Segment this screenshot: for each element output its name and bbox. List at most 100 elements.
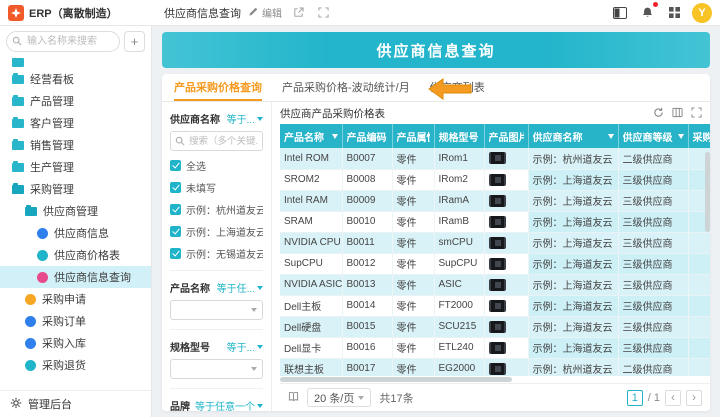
chip-thumbnail-image[interactable] (489, 300, 506, 312)
vertical-scrollbar[interactable] (705, 152, 710, 232)
column-header[interactable]: 供应商等级 (618, 124, 688, 148)
cell-product-name: SupCPU (280, 253, 342, 274)
table-row[interactable]: Dell主板 B0014 零件 FT2000 示例：上海道友云 三级供应商 (280, 295, 710, 316)
chip-thumbnail-image[interactable] (489, 279, 506, 291)
filter-checkbox[interactable]: 示例：杭州道友云 (170, 202, 263, 217)
edit-button[interactable]: 编辑 (248, 5, 282, 20)
filter-checkbox[interactable]: 全选 (170, 158, 263, 173)
table-row[interactable]: Intel RAM B0009 零件 IRamA 示例：上海道友云 三级供应商 (280, 190, 710, 211)
table-row[interactable]: SRAM B0010 零件 IRamB 示例：上海道友云 三级供应商 (280, 211, 710, 232)
cell-spec: smCPU (434, 232, 484, 253)
column-settings-icon[interactable] (672, 107, 683, 121)
filter-operator-product[interactable]: 等于任... (217, 280, 263, 295)
filter-checkbox[interactable]: 未填写 (170, 180, 263, 195)
chip-thumbnail-image[interactable] (489, 216, 506, 228)
sidebar-item[interactable]: 供应商信息查询 (0, 266, 151, 288)
admin-backend-link[interactable]: 管理后台 (0, 390, 151, 417)
filter-checkbox[interactable]: 示例：无锡道友云 (170, 246, 263, 261)
sidebar-item-label: 客户管理 (30, 115, 74, 131)
sidebar-item[interactable]: 供应商价格表 (0, 244, 151, 266)
sidebar-item-label: 经营看板 (30, 71, 74, 87)
sidebar-item[interactable]: 产品管理 (0, 90, 151, 112)
panel-toggle-icon[interactable] (611, 4, 629, 22)
product-name-select[interactable] (170, 300, 263, 320)
chip-thumbnail-image[interactable] (489, 342, 506, 354)
column-header[interactable]: 采购 (688, 124, 710, 148)
apps-grid-icon[interactable] (665, 4, 683, 22)
table-row[interactable]: Dell显卡 B0016 零件 ETL240 示例：上海道友云 三级供应商 (280, 337, 710, 358)
chip-thumbnail-image[interactable] (489, 174, 506, 186)
sidebar-item[interactable]: 生产管理 (0, 156, 151, 178)
cell-purchase (688, 274, 710, 295)
page-banner: 供应商信息查询 (162, 32, 710, 68)
table-row[interactable]: SROM2 B0008 零件 IRom2 示例：上海道友云 三级供应商 (280, 169, 710, 190)
sidebar-item[interactable]: 经营看板 (0, 68, 151, 90)
filter-panel: 供应商名称 等于... 全选 (162, 102, 272, 411)
column-header[interactable]: 供应商名称 (528, 124, 618, 148)
checkbox-label: 示例：杭州道友云 (186, 202, 263, 217)
sidebar-item[interactable]: 采购申请 (0, 288, 151, 310)
tab[interactable]: 产品采购价格查询 (174, 74, 262, 101)
add-button[interactable]: + (124, 31, 145, 52)
horizontal-scrollbar[interactable] (280, 376, 702, 383)
column-header[interactable]: 产品编码 (342, 124, 392, 148)
chip-thumbnail-image[interactable] (489, 321, 506, 333)
sidebar-item[interactable]: 采购管理 (0, 178, 151, 200)
column-header[interactable]: 规格型号 (434, 124, 484, 148)
search-icon (175, 136, 185, 146)
funnel-icon[interactable] (608, 134, 614, 139)
next-page-button[interactable]: › (686, 390, 702, 406)
user-avatar[interactable]: Y (692, 3, 712, 23)
app-brand[interactable]: ERP（离散制造） (8, 5, 154, 21)
sidebar-item[interactable]: 采购退货 (0, 354, 151, 376)
sidebar-item[interactable]: 采购订单 (0, 310, 151, 332)
chip-thumbnail-image[interactable] (489, 363, 506, 375)
chip-thumbnail-image[interactable] (489, 195, 506, 207)
sidebar-item[interactable]: 销售管理 (0, 134, 151, 156)
cell-product-code: B0013 (342, 274, 392, 295)
record-view-icon[interactable] (288, 391, 299, 405)
cell-product-image (484, 337, 528, 358)
filter-checkbox[interactable]: 示例：上海道友云 (170, 224, 263, 239)
chip-thumbnail-image[interactable] (489, 237, 506, 249)
filter-operator-brand[interactable]: 等于任意一个 (195, 398, 263, 411)
sidebar-item[interactable]: 采购入库 (0, 332, 151, 354)
sidebar: + 经营看板 产品管理 (0, 26, 152, 417)
chip-thumbnail-image[interactable] (489, 258, 506, 270)
tab[interactable]: 产品采购价格-波动统计/月 (282, 74, 410, 101)
fullscreen-icon[interactable] (314, 4, 332, 22)
column-header[interactable]: 产品名称 (280, 124, 342, 148)
table-row[interactable]: NVIDIA CPU B0011 零件 smCPU 示例：上海道友云 三级供应商 (280, 232, 710, 253)
notifications-bell-icon[interactable] (638, 4, 656, 22)
filter-operator-supplier[interactable]: 等于... (227, 111, 263, 126)
sidebar-search-input[interactable] (6, 31, 120, 52)
sidebar-item[interactable]: 供应商信息 (0, 222, 151, 244)
filter-operator-spec[interactable]: 等于... (227, 339, 263, 354)
prev-page-button[interactable]: ‹ (665, 390, 681, 406)
refresh-icon[interactable] (653, 107, 664, 121)
chip-thumbnail-image[interactable] (489, 152, 506, 164)
table-row[interactable]: Dell硬盘 B0015 零件 SCU215 示例：上海道友云 三级供应商 (280, 316, 710, 337)
table-row[interactable]: NVIDIA ASIC B0013 零件 ASIC 示例：上海道友云 三级供应商 (280, 274, 710, 295)
cell-product-image (484, 358, 528, 376)
funnel-icon[interactable] (678, 134, 684, 139)
sidebar-item[interactable]: 客户管理 (0, 112, 151, 134)
table-fullscreen-icon[interactable] (691, 107, 702, 121)
sidebar-item[interactable] (0, 58, 151, 68)
spec-select[interactable] (170, 359, 263, 379)
tab[interactable]: 供应商列表 (430, 74, 485, 101)
open-in-new-icon[interactable] (289, 4, 307, 22)
sidebar-item[interactable]: 供应商管理 (0, 200, 151, 222)
page-size-select[interactable]: 20 条/页 (307, 388, 371, 407)
sidebar-item-label: 采购管理 (30, 181, 74, 197)
current-page[interactable]: 1 (627, 390, 643, 406)
column-header[interactable]: 产品图片 (484, 124, 528, 148)
table-row[interactable]: Intel ROM B0007 零件 IRom1 示例：杭州道友云 二级供应商 (280, 148, 710, 169)
table-row[interactable]: SupCPU B0012 零件 SupCPU 示例：上海道友云 三级供应商 (280, 253, 710, 274)
column-header[interactable]: 产品属性 (392, 124, 434, 148)
cell-product-code: B0010 (342, 211, 392, 232)
table-row[interactable]: 联想主板 B0017 零件 EG2000 示例：杭州道友云 二级供应商 (280, 358, 710, 376)
topbar: ERP（离散制造） 供应商信息查询 编辑 (0, 0, 720, 26)
cell-purchase (688, 358, 710, 376)
funnel-icon[interactable] (332, 134, 338, 139)
